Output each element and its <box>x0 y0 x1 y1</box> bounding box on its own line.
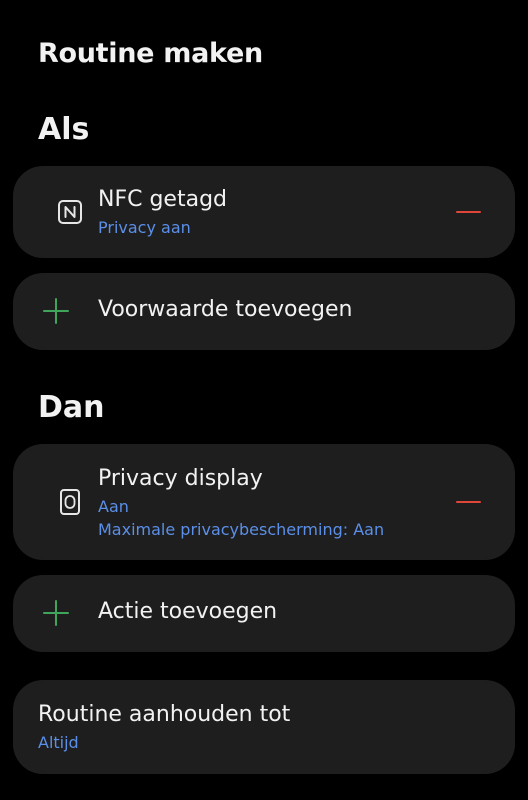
privacy-display-icon <box>43 475 97 529</box>
keep-until-value: Altijd <box>38 733 79 752</box>
action-title: Privacy display <box>98 466 263 491</box>
keep-routine-until-setting[interactable]: Routine aanhouden tot Altijd <box>13 680 515 774</box>
page-title: Routine maken <box>38 38 263 69</box>
action-detail: Maximale privacybescherming: Aan <box>98 520 385 539</box>
add-condition-button[interactable]: Voorwaarde toevoegen <box>13 273 515 350</box>
then-section-heading: Dan <box>38 390 105 425</box>
condition-subtitle: Privacy aan <box>98 218 191 237</box>
plus-icon <box>29 284 83 338</box>
action-card-privacy-display[interactable]: Privacy display Aan Maximale privacybesc… <box>13 444 515 560</box>
action-status: Aan <box>98 497 129 516</box>
keep-until-title: Routine aanhouden tot <box>38 702 291 727</box>
remove-condition-button[interactable] <box>455 199 481 225</box>
condition-title: NFC getagd <box>98 187 228 212</box>
plus-icon <box>29 586 83 640</box>
add-condition-label: Voorwaarde toevoegen <box>98 297 353 322</box>
condition-card-nfc[interactable]: NFC getagd Privacy aan <box>13 166 515 258</box>
remove-action-button[interactable] <box>455 489 481 515</box>
nfc-icon <box>43 185 97 239</box>
add-action-button[interactable]: Actie toevoegen <box>13 575 515 652</box>
add-action-label: Actie toevoegen <box>98 599 278 624</box>
if-section-heading: Als <box>38 112 90 147</box>
routine-editor-screen: Routine maken Als NFC getagd Privacy aan… <box>0 0 528 800</box>
